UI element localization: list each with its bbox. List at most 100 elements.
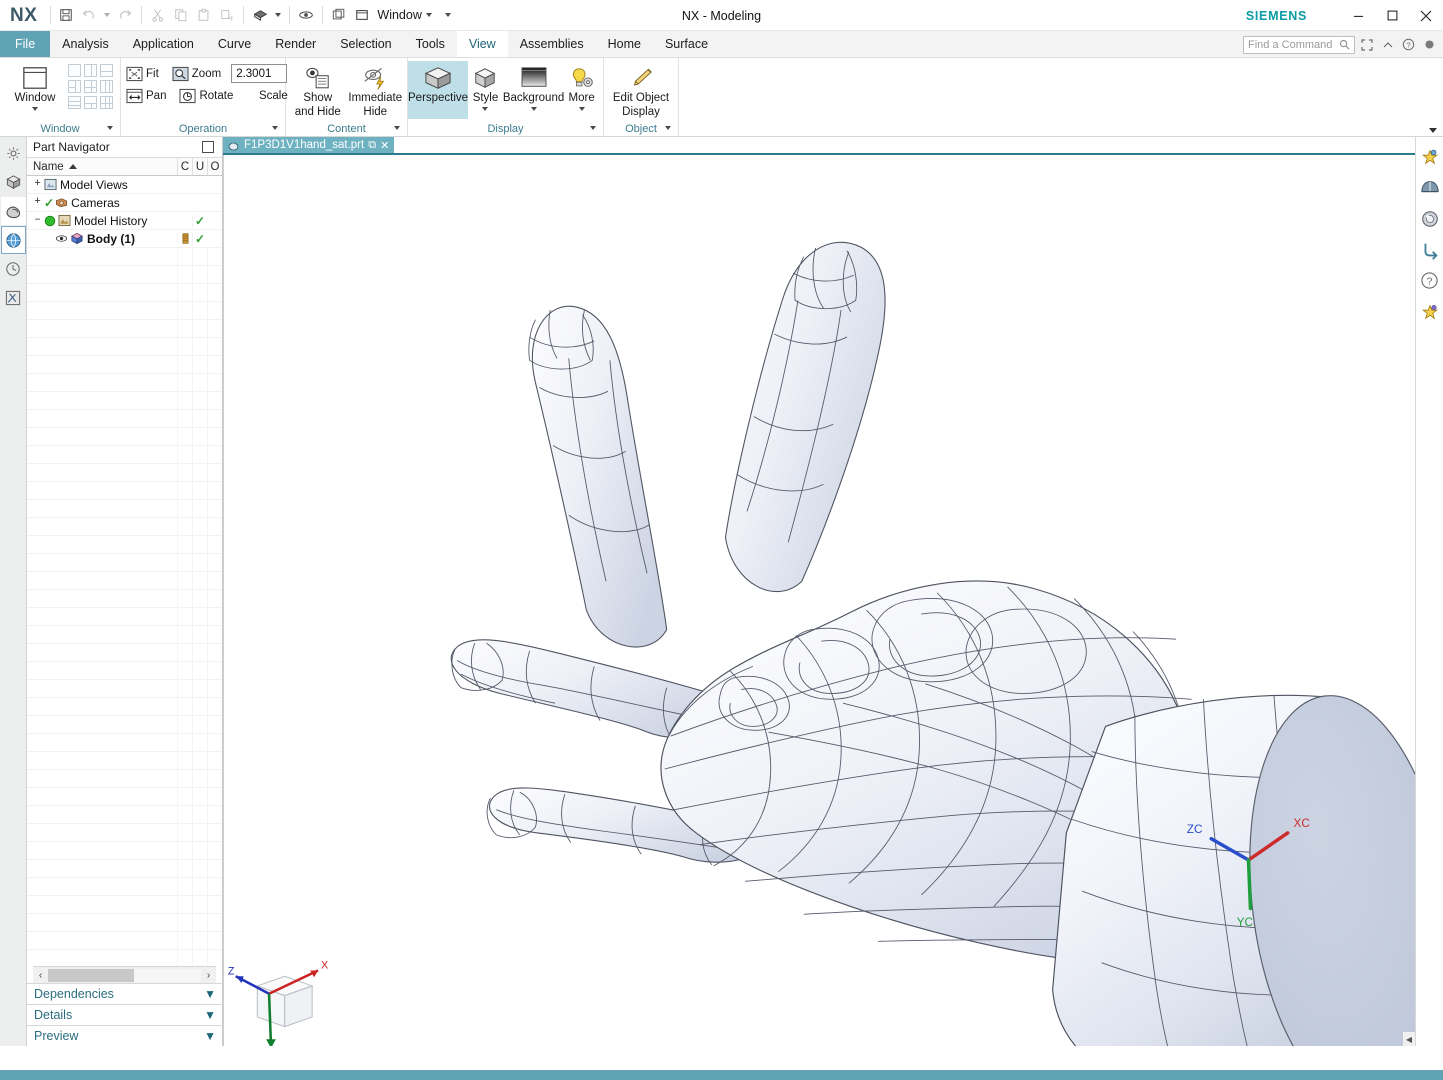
chevron-down-icon[interactable]: [578, 107, 585, 111]
rotate-button[interactable]: Rotate: [178, 87, 236, 105]
pan-button[interactable]: Pan: [125, 87, 169, 105]
scroll-right-icon[interactable]: ›: [201, 967, 216, 983]
perspective-button[interactable]: Perspective: [408, 61, 469, 119]
menu-render[interactable]: Render: [263, 31, 328, 57]
resource-reuse-library-icon[interactable]: [0, 197, 26, 225]
pin-panel-icon[interactable]: [202, 141, 214, 153]
help-icon[interactable]: ?: [1417, 265, 1443, 296]
resource-assembly-navigator-icon[interactable]: [1, 139, 26, 167]
save-icon[interactable]: [55, 4, 77, 26]
group-expand-icon[interactable]: [394, 126, 400, 130]
menu-view[interactable]: View: [456, 31, 508, 57]
navigator-tree[interactable]: + Model Views + ✓ Cameras – Model Histor…: [27, 176, 222, 966]
scroll-left-icon[interactable]: ‹: [33, 967, 48, 983]
chevron-down-icon[interactable]: ▼: [204, 1008, 216, 1022]
window-layout-grid[interactable]: [68, 64, 113, 109]
undo-dropdown-icon[interactable]: [101, 4, 113, 26]
group-expand-icon[interactable]: [107, 126, 113, 130]
tree-row-body[interactable]: Body (1) ✓: [27, 230, 222, 248]
window-dropdown-icon[interactable]: [423, 4, 435, 26]
paste-icon[interactable]: [193, 4, 215, 26]
layout-3[interactable]: [100, 64, 113, 77]
layout-2[interactable]: [84, 64, 97, 77]
window-button[interactable]: Window: [8, 61, 62, 111]
preview-section[interactable]: Preview ▼: [27, 1025, 222, 1046]
background-button[interactable]: Background: [503, 61, 564, 111]
group-expand-icon[interactable]: [272, 126, 278, 130]
menu-assemblies[interactable]: Assemblies: [508, 31, 596, 57]
maximize-button[interactable]: [1375, 0, 1409, 31]
fit-button[interactable]: Fit: [125, 65, 162, 83]
edit-object-display-button[interactable]: Edit Object Display: [608, 61, 674, 119]
layout-4[interactable]: [68, 80, 81, 93]
orient-view-icon[interactable]: [1417, 234, 1443, 265]
chevron-up-icon[interactable]: [1378, 35, 1397, 54]
menu-home[interactable]: Home: [596, 31, 653, 57]
tree-row-cameras[interactable]: + ✓ Cameras: [27, 194, 222, 212]
qat-overflow-icon[interactable]: [442, 4, 454, 26]
restore-icon[interactable]: ⧉: [368, 139, 376, 152]
chevron-down-icon[interactable]: ▼: [204, 1029, 216, 1043]
style-button[interactable]: Style: [468, 61, 503, 111]
undo-icon[interactable]: [78, 4, 100, 26]
close-icon[interactable]: ✕: [380, 139, 389, 152]
immediate-hide-button[interactable]: Immediate Hide: [348, 61, 404, 119]
menu-file[interactable]: File: [0, 31, 51, 57]
scroll-track[interactable]: [48, 968, 201, 982]
expander-icon[interactable]: +: [32, 179, 43, 190]
viewport-scroll-right-icon[interactable]: ◀: [1403, 1032, 1415, 1046]
close-button[interactable]: [1409, 0, 1443, 31]
resource-part-navigator-icon[interactable]: [1, 168, 26, 196]
menu-surface[interactable]: Surface: [653, 31, 720, 57]
snap-settings-icon[interactable]: [1417, 296, 1443, 327]
copy-icon[interactable]: [170, 4, 192, 26]
menu-analysis[interactable]: Analysis: [50, 31, 121, 57]
tree-row-model-views[interactable]: + Model Views: [27, 176, 222, 194]
shade-dropdown-icon[interactable]: [272, 4, 284, 26]
window-icon[interactable]: [351, 4, 373, 26]
group-expand-icon[interactable]: [590, 126, 596, 130]
menu-selection[interactable]: Selection: [328, 31, 403, 57]
details-section[interactable]: Details ▼: [27, 1004, 222, 1025]
layout-5[interactable]: [84, 80, 97, 93]
column-header-name[interactable]: Name: [27, 158, 177, 175]
expander-icon[interactable]: +: [32, 197, 43, 208]
cut-icon[interactable]: [147, 4, 169, 26]
graphics-viewport[interactable]: XC ZC YC X Z ◀: [223, 155, 1415, 1046]
chevron-down-icon[interactable]: [530, 107, 537, 111]
paste-special-icon[interactable]: [216, 4, 238, 26]
minimize-button[interactable]: [1341, 0, 1375, 31]
navigator-horizontal-scrollbar[interactable]: ‹ ›: [33, 966, 216, 983]
scale-input[interactable]: 2.3001: [231, 64, 288, 83]
dependencies-section[interactable]: Dependencies ▼: [27, 983, 222, 1004]
view-section-icon[interactable]: [1417, 172, 1443, 203]
render-style-icon[interactable]: [1417, 203, 1443, 234]
window-menu-label[interactable]: Window: [374, 8, 421, 22]
layout-8[interactable]: [84, 96, 97, 109]
group-expand-icon[interactable]: [665, 126, 671, 130]
show-and-hide-button[interactable]: Show and Hide: [290, 61, 346, 119]
snap-point-icon[interactable]: [1417, 141, 1443, 172]
hand-3d-model[interactable]: XC ZC YC X Z: [224, 155, 1415, 1046]
column-header-u[interactable]: U: [192, 158, 207, 175]
scroll-thumb[interactable]: [48, 968, 134, 982]
shade-icon[interactable]: [249, 4, 271, 26]
expander-icon[interactable]: –: [32, 215, 43, 226]
window-tile-icon[interactable]: [328, 4, 350, 26]
layout-9[interactable]: [100, 96, 113, 109]
tree-row-model-history[interactable]: – Model History ✓: [27, 212, 222, 230]
column-header-c[interactable]: C: [177, 158, 192, 175]
resource-roles-icon[interactable]: [1, 284, 26, 312]
column-header-o[interactable]: O: [207, 158, 222, 175]
menu-application[interactable]: Application: [121, 31, 206, 57]
help-icon[interactable]: ?: [1399, 35, 1418, 54]
search-input[interactable]: Find a Command: [1243, 35, 1355, 54]
viewport-tab[interactable]: F1P3D1V1hand_sat.prt ⧉ ✕: [223, 137, 395, 153]
resource-web-browser-icon[interactable]: [0, 226, 26, 254]
chevron-down-icon[interactable]: [32, 107, 38, 111]
layout-6[interactable]: [100, 80, 113, 93]
chevron-down-icon[interactable]: ▼: [204, 987, 216, 1001]
fullscreen-icon[interactable]: [1357, 35, 1376, 54]
menu-tools[interactable]: Tools: [404, 31, 457, 57]
resource-history-icon[interactable]: [1, 255, 26, 283]
